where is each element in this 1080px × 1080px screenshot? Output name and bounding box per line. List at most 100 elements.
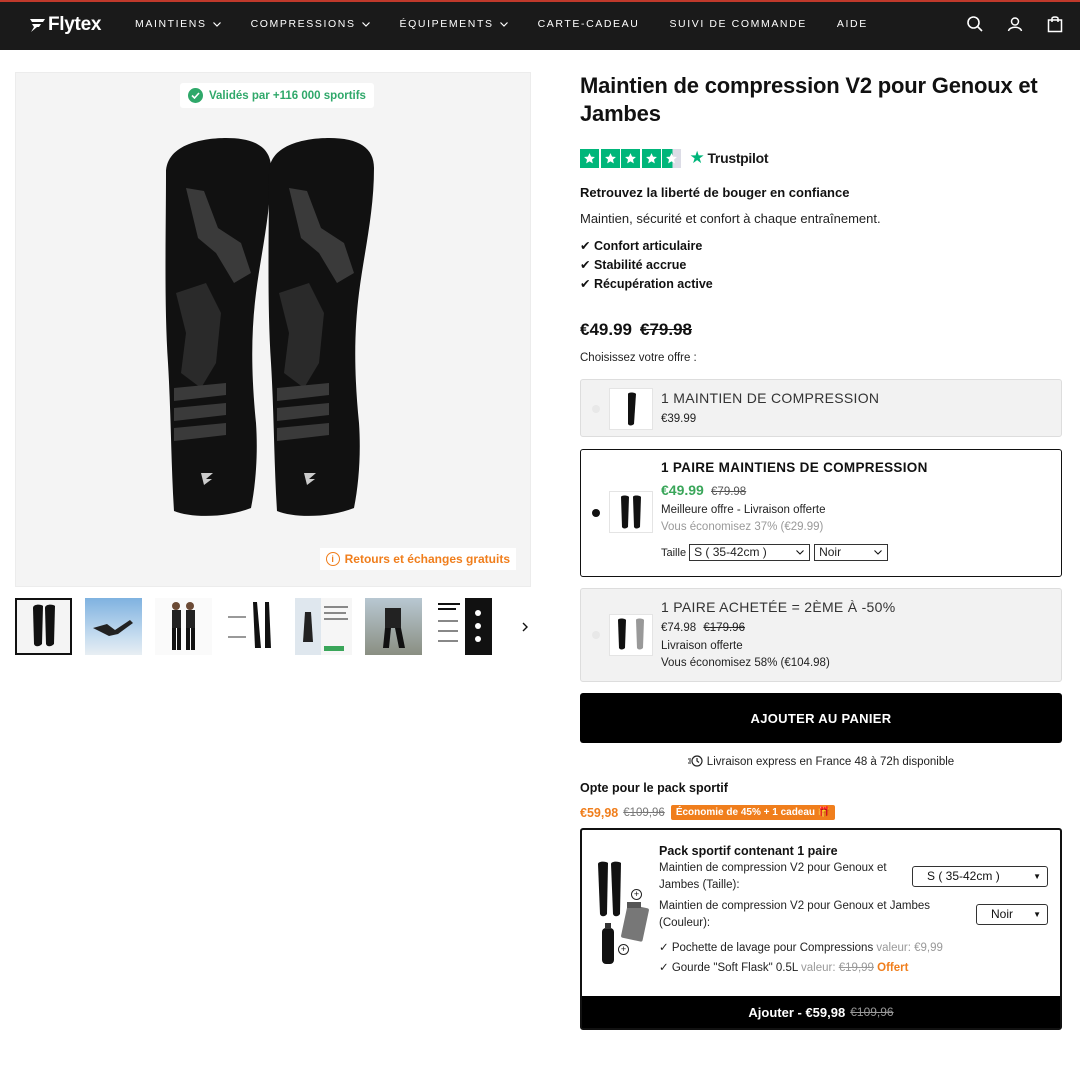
star-icon bbox=[621, 148, 640, 168]
pack-item-value: €19,99 bbox=[838, 962, 874, 974]
chevron-right-icon bbox=[522, 622, 528, 632]
cart-icon[interactable] bbox=[1046, 15, 1064, 33]
pack-size-label: Maintien de compression V2 pour Genoux e… bbox=[659, 862, 887, 891]
size-select[interactable]: S ( 35-42cm ) bbox=[689, 544, 811, 561]
offer-price-row: €74.98 €179.96 bbox=[661, 622, 745, 634]
thumbnail-2[interactable] bbox=[85, 598, 142, 655]
plus-icon: + bbox=[618, 944, 629, 955]
pack-item-flask: ✓ Gourde "Soft Flask" 0.5L valeur: €19,9… bbox=[659, 960, 908, 977]
offer-option-pair[interactable]: 1 PAIRE MAINTIENS DE COMPRESSION €49.99 … bbox=[580, 449, 1062, 577]
thumbnail-7[interactable] bbox=[435, 598, 492, 655]
thumbnail-5[interactable] bbox=[295, 598, 352, 655]
search-icon[interactable] bbox=[966, 15, 984, 33]
offer-option-bogo[interactable]: 1 PAIRE ACHETÉE = 2ÈME À -50% €74.98 €17… bbox=[580, 588, 1062, 682]
pack-price: €59,98 bbox=[580, 805, 619, 820]
logo-text: Flytex bbox=[48, 14, 102, 35]
feature-item: ✔ Confort articulaire bbox=[580, 239, 703, 253]
pack-title: Pack sportif contenant 1 paire bbox=[659, 844, 838, 858]
nav-item-equipements[interactable]: ÉQUIPEMENTS bbox=[400, 18, 508, 30]
offer-price: €49.99 bbox=[661, 482, 704, 498]
pack-item-text: ✓ Gourde "Soft Flask" 0.5L bbox=[659, 962, 798, 974]
plus-icon: + bbox=[631, 889, 642, 900]
trustpilot-star-icon: ★ bbox=[689, 148, 705, 167]
pack-item-washbag: ✓ Pochette de lavage pour Compressions v… bbox=[659, 940, 943, 957]
thumbnail-6[interactable] bbox=[365, 598, 422, 655]
nav-item-aide[interactable]: AIDE bbox=[837, 18, 868, 30]
chevron-down-icon bbox=[499, 21, 508, 27]
compression-sleeves-image bbox=[165, 138, 374, 516]
trustpilot-text: Trustpilot bbox=[707, 150, 769, 166]
pack-item-free-label: Offert bbox=[877, 962, 909, 974]
size-select-value: S ( 35-42cm ) bbox=[694, 545, 767, 559]
top-navigation: Flytex MAINTIENS COMPRESSIONS ÉQUIPEMENT… bbox=[0, 0, 1080, 50]
nav-item-compressions[interactable]: COMPRESSIONS bbox=[251, 18, 370, 30]
validated-badge-text: Validés par +116 000 sportifs bbox=[209, 89, 366, 102]
chevron-down-icon bbox=[796, 550, 804, 555]
add-pack-label: Ajouter - €59,98 bbox=[748, 1004, 846, 1020]
offer-product-image bbox=[609, 614, 653, 656]
offer-product-image bbox=[609, 388, 653, 430]
pack-item-text: ✓ Pochette de lavage pour Compressions bbox=[659, 942, 874, 954]
color-select[interactable]: Noir bbox=[814, 544, 889, 561]
pack-size-select[interactable]: S ( 35-42cm ) ▼ bbox=[912, 866, 1048, 887]
nav-item-maintiens[interactable]: MAINTIENS bbox=[135, 18, 221, 30]
sport-pack-card: + + Pack sportif contenant 1 paire Maint… bbox=[580, 828, 1062, 1030]
offer-old-price: €179.96 bbox=[703, 622, 745, 634]
flytex-logo-icon bbox=[30, 19, 45, 32]
product-info: Maintien de compression V2 pour Genoux e… bbox=[580, 72, 1062, 682]
offer-radio[interactable] bbox=[592, 405, 600, 413]
add-pack-button[interactable]: Ajouter - €59,98 €109,96 bbox=[582, 996, 1060, 1028]
thumbnail-8[interactable] bbox=[505, 598, 515, 655]
delivery-text: Livraison express en France 48 à 72h dis… bbox=[706, 756, 955, 768]
original-price: €79.98 bbox=[640, 320, 692, 339]
pack-heading: Opte pour le pack sportif bbox=[580, 781, 728, 795]
offer-radio-selected[interactable] bbox=[592, 509, 600, 517]
add-to-cart-button[interactable]: AJOUTER AU PANIER bbox=[580, 693, 1062, 743]
thumbnail-1[interactable] bbox=[15, 598, 72, 655]
offer-savings: Vous économisez 37% (€29.99) bbox=[661, 521, 824, 533]
offer-benefit: Meilleure offre - Livraison offerte bbox=[661, 504, 826, 516]
nav-label: CARTE-CADEAU bbox=[537, 18, 640, 30]
fast-delivery-icon bbox=[687, 755, 703, 767]
choose-offer-label: Choisissez votre offre : bbox=[580, 352, 697, 364]
offer-price: €74.98 bbox=[661, 622, 697, 634]
offer-title: 1 PAIRE ACHETÉE = 2ÈME À -50% bbox=[661, 599, 896, 615]
chevron-down-icon bbox=[361, 21, 370, 27]
caret-down-icon: ▼ bbox=[1033, 872, 1041, 881]
trustpilot-rating[interactable]: ★ Trustpilot bbox=[580, 148, 769, 168]
nav-label: AIDE bbox=[836, 18, 868, 30]
offer-radio[interactable] bbox=[592, 631, 600, 639]
half-star-icon bbox=[662, 148, 681, 168]
thumbnail-next-arrow[interactable] bbox=[521, 619, 529, 635]
star-icon bbox=[641, 148, 661, 168]
thumbnail-3[interactable] bbox=[155, 598, 212, 655]
nav-icons bbox=[944, 15, 1064, 33]
offer-old-price: €79.98 bbox=[711, 486, 747, 498]
account-icon[interactable] bbox=[1006, 15, 1024, 33]
thumbnail-strip bbox=[15, 598, 515, 658]
nav-item-carte-cadeau[interactable]: CARTE-CADEAU bbox=[538, 18, 640, 30]
pack-price-row: €59,98 €109,96 Économie de 45% + 1 cadea… bbox=[580, 805, 836, 820]
add-pack-old-price: €109,96 bbox=[850, 1005, 894, 1019]
offer-option-single[interactable]: 1 MAINTIEN DE COMPRESSION €39.99 bbox=[580, 379, 1062, 437]
offer-benefit: Livraison offerte bbox=[661, 640, 743, 652]
size-label: Taille bbox=[661, 546, 687, 559]
color-select-value: Noir bbox=[819, 545, 842, 559]
flytex-logo[interactable]: Flytex bbox=[28, 14, 101, 36]
product-title: Maintien de compression V2 pour Genoux e… bbox=[580, 73, 1038, 126]
pack-item-value-label: valeur: bbox=[801, 962, 836, 974]
offer-price: €39.99 bbox=[661, 413, 697, 425]
offer-title: 1 PAIRE MAINTIENS DE COMPRESSION bbox=[661, 460, 928, 475]
product-tagline: Retrouvez la liberté de bouger en confia… bbox=[580, 185, 850, 200]
pack-color-label: Maintien de compression V2 pour Genoux e… bbox=[659, 900, 931, 929]
thumbnail-4[interactable] bbox=[225, 598, 282, 655]
nav-item-suivi-commande[interactable]: SUIVI DE COMMANDE bbox=[669, 18, 806, 30]
nav-label: ÉQUIPEMENTS bbox=[399, 18, 494, 30]
pack-color-select[interactable]: Noir ▼ bbox=[976, 904, 1048, 925]
offer-price-row: €49.99 €79.98 bbox=[661, 482, 746, 498]
caret-down-icon: ▼ bbox=[1033, 910, 1041, 919]
nav-label: COMPRESSIONS bbox=[250, 18, 356, 30]
star-icon bbox=[600, 148, 620, 168]
feature-list: ✔ Confort articulaire ✔ Stabilité accrue… bbox=[580, 237, 713, 294]
product-main-image[interactable]: Validés par +116 000 sportifs i Retours … bbox=[15, 72, 531, 587]
